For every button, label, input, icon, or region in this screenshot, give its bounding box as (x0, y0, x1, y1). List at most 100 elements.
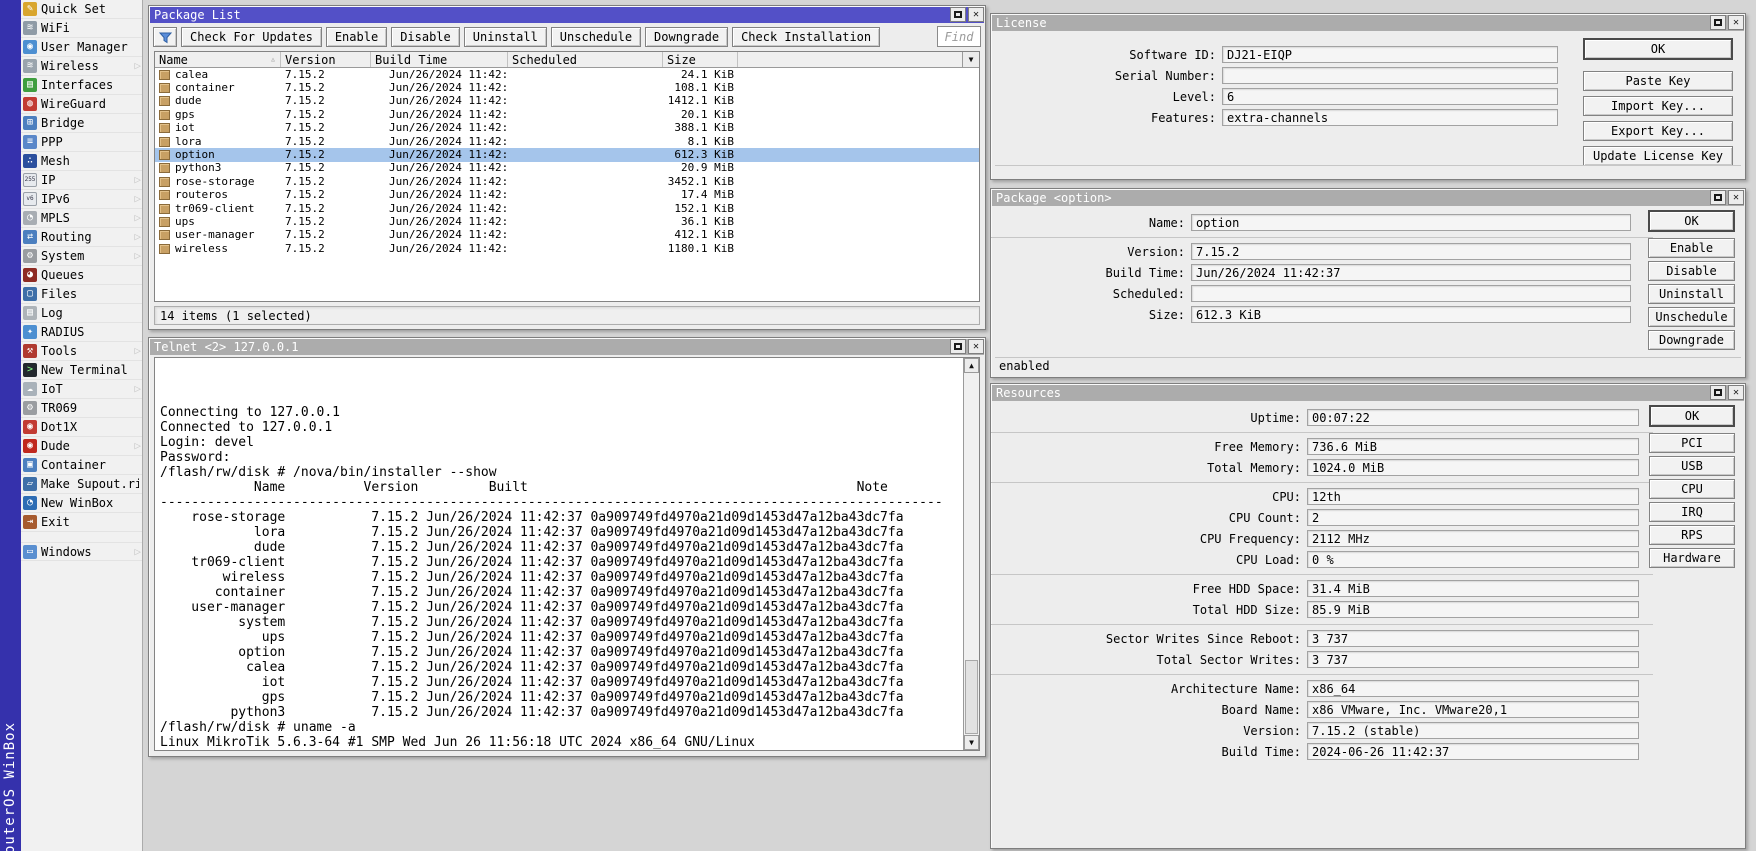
field-input[interactable]: 2024-06-26 11:42:37 (1307, 743, 1639, 760)
maximize-icon[interactable] (950, 339, 966, 354)
license-action-button[interactable]: Paste Key (1583, 71, 1733, 91)
maximize-icon[interactable] (1710, 190, 1726, 205)
field-input[interactable]: 7.15.2 (stable) (1307, 722, 1639, 739)
sidebar-item[interactable]: ⚒ Tools ▷ (21, 342, 142, 361)
field-input[interactable] (1222, 67, 1558, 84)
field-input[interactable]: 7.15.2 (1191, 243, 1631, 260)
close-icon[interactable]: ✕ (968, 7, 984, 22)
column-dropdown-icon[interactable]: ▼ (962, 52, 979, 67)
sidebar-item[interactable]: ≡ PPP ▷ (21, 133, 142, 152)
table-row[interactable]: user-manager 7.15.2 Jun/26/2024 11:42:37… (155, 229, 979, 242)
toolbar-button[interactable]: Disable (391, 27, 460, 47)
sidebar-item[interactable]: ▤ Interfaces ▷ (21, 76, 142, 95)
sidebar-item[interactable]: ◍ WireGuard ▷ (21, 95, 142, 114)
resources-action-button[interactable]: USB (1649, 456, 1735, 476)
field-input[interactable]: 6 (1222, 88, 1558, 105)
field-input[interactable]: 31.4 MiB (1307, 580, 1639, 597)
sidebar-item[interactable]: ▣ Container ▷ (21, 456, 142, 475)
field-input[interactable]: extra-channels (1222, 109, 1558, 126)
field-input[interactable]: 3 737 (1307, 630, 1639, 647)
field-input[interactable]: 00:07:22 (1307, 409, 1639, 426)
resources-action-button[interactable]: OK (1649, 405, 1735, 427)
table-row[interactable]: rose-storage 7.15.2 Jun/26/2024 11:42:37… (155, 175, 979, 188)
scroll-down-icon[interactable]: ▼ (964, 735, 979, 750)
field-input[interactable]: 2112 MHz (1307, 530, 1639, 547)
license-action-button[interactable]: Update License Key (1583, 146, 1733, 166)
resources-titlebar[interactable]: Resources ✕ (992, 385, 1744, 401)
sidebar-item[interactable]: ⊞ Bridge ▷ (21, 114, 142, 133)
sidebar-item[interactable]: ◔ MPLS ▷ (21, 209, 142, 228)
vertical-scrollbar[interactable]: ▲ ▼ (963, 358, 979, 750)
package-action-button[interactable]: Disable (1648, 261, 1735, 281)
sidebar-item[interactable]: v6 IPv6 ▷ (21, 190, 142, 209)
table-row[interactable]: container 7.15.2 Jun/26/2024 11:42:37 10… (155, 81, 979, 94)
field-input[interactable] (1191, 285, 1631, 302)
maximize-icon[interactable] (1710, 385, 1726, 400)
sidebar-item[interactable]: ◕ Queues ▷ (21, 266, 142, 285)
resources-action-button[interactable]: RPS (1649, 525, 1735, 545)
telnet-titlebar[interactable]: Telnet <2> 127.0.0.1 ✕ (150, 339, 984, 355)
toolbar-button[interactable]: Enable (326, 27, 387, 47)
close-icon[interactable]: ✕ (1728, 190, 1744, 205)
license-action-button[interactable]: Import Key... (1583, 96, 1733, 116)
sidebar-item[interactable]: ◉ Dude ▷ (21, 437, 142, 456)
table-row[interactable]: calea 7.15.2 Jun/26/2024 11:42:37 24.1 K… (155, 68, 979, 81)
sidebar-item[interactable]: ▱ Make Supout.rif ▷ (21, 475, 142, 494)
license-titlebar[interactable]: License ✕ (992, 15, 1744, 31)
sidebar-item[interactable]: 255 IP ▷ (21, 171, 142, 190)
table-row[interactable]: tr069-client 7.15.2 Jun/26/2024 11:42:37… (155, 202, 979, 215)
field-input[interactable]: Jun/26/2024 11:42:37 (1191, 264, 1631, 281)
field-input[interactable]: DJ21-EIQP (1222, 46, 1558, 63)
column-header-size[interactable]: Size (663, 52, 738, 67)
package-action-button[interactable]: Unschedule (1648, 307, 1735, 327)
table-row[interactable]: dude 7.15.2 Jun/26/2024 11:42:37 1412.1 … (155, 95, 979, 108)
toolbar-button[interactable]: Uninstall (464, 27, 547, 47)
maximize-icon[interactable] (1710, 15, 1726, 30)
table-row[interactable]: wireless 7.15.2 Jun/26/2024 11:42:37 118… (155, 242, 979, 255)
resources-action-button[interactable]: PCI (1649, 433, 1735, 453)
sidebar-item[interactable]: ≋ Wireless ▷ (21, 57, 142, 76)
table-row[interactable]: routeros 7.15.2 Jun/26/2024 11:42:37 17.… (155, 189, 979, 202)
package-option-titlebar[interactable]: Package <option> ✕ (992, 190, 1744, 206)
field-input[interactable]: 12th (1307, 488, 1639, 505)
column-header-version[interactable]: Version (281, 52, 371, 67)
table-row[interactable]: iot 7.15.2 Jun/26/2024 11:42:37 388.1 Ki… (155, 122, 979, 135)
column-header-name[interactable]: Name ▵ (155, 52, 281, 67)
toolbar-button[interactable]: Check Installation (732, 27, 880, 47)
package-action-button[interactable]: Uninstall (1648, 284, 1735, 304)
sidebar-item[interactable]: ⚙ System ▷ (21, 247, 142, 266)
maximize-icon[interactable] (950, 7, 966, 22)
table-row[interactable]: lora 7.15.2 Jun/26/2024 11:42:37 8.1 KiB (155, 135, 979, 148)
find-input[interactable]: Find (937, 26, 981, 47)
license-action-button[interactable]: OK (1583, 38, 1733, 60)
sidebar-item[interactable]: ∴ Mesh ▷ (21, 152, 142, 171)
filter-button[interactable] (153, 27, 177, 47)
sidebar-item[interactable]: ☁ IoT ▷ (21, 380, 142, 399)
field-input[interactable]: 2 (1307, 509, 1639, 526)
sidebar-item[interactable]: ◉ User Manager ▷ (21, 38, 142, 57)
toolbar-button[interactable]: Downgrade (645, 27, 728, 47)
package-action-button[interactable]: Downgrade (1648, 330, 1735, 350)
close-icon[interactable]: ✕ (968, 339, 984, 354)
sidebar-item[interactable]: ≋ WiFi ▷ (21, 19, 142, 38)
license-action-button[interactable]: Export Key... (1583, 121, 1733, 141)
package-list-titlebar[interactable]: Package List ✕ (150, 7, 984, 23)
resources-action-button[interactable]: Hardware (1649, 548, 1735, 568)
field-input[interactable]: 612.3 KiB (1191, 306, 1631, 323)
field-input[interactable]: 85.9 MiB (1307, 601, 1639, 618)
field-input[interactable]: 1024.0 MiB (1307, 459, 1639, 476)
sidebar-item[interactable]: ⚙ TR069 ▷ (21, 399, 142, 418)
close-icon[interactable]: ✕ (1728, 15, 1744, 30)
sidebar-item[interactable]: > New Terminal ▷ (21, 361, 142, 380)
sidebar-item[interactable]: ✎ Quick Set ▷ (21, 0, 142, 19)
sidebar-item[interactable]: ⇥ Exit ▷ (21, 513, 142, 532)
package-action-button[interactable]: OK (1648, 210, 1735, 232)
table-row[interactable]: python3 7.15.2 Jun/26/2024 11:42:37 20.9… (155, 162, 979, 175)
close-icon[interactable]: ✕ (1728, 385, 1744, 400)
table-row[interactable]: option 7.15.2 Jun/26/2024 11:42:37 612.3… (155, 148, 979, 161)
sidebar-item[interactable]: ⇄ Routing ▷ (21, 228, 142, 247)
field-input[interactable]: x86 VMware, Inc. VMware20,1 (1307, 701, 1639, 718)
toolbar-button[interactable]: Check For Updates (181, 27, 322, 47)
column-header-scheduled[interactable]: Scheduled (508, 52, 663, 67)
sidebar-item[interactable]: ▤ Log ▷ (21, 304, 142, 323)
